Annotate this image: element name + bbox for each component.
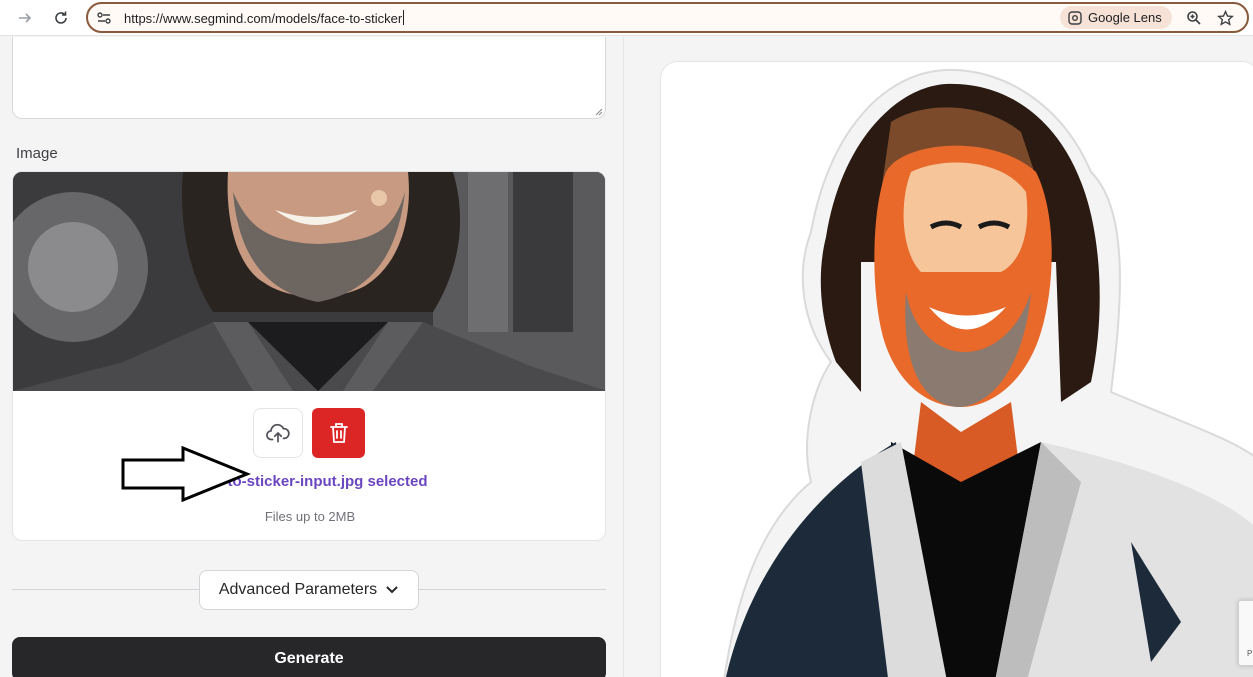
bookmark-star-icon[interactable] [1215, 8, 1235, 28]
image-upload-card: face-to-sticker-input.jpg selected Files… [12, 171, 606, 541]
advanced-parameters-toggle[interactable]: Advanced Parameters [199, 570, 419, 610]
result-card [660, 61, 1253, 677]
recaptcha-text: P [1247, 649, 1253, 658]
recaptcha-badge[interactable]: P [1238, 600, 1253, 666]
google-lens-button[interactable]: Google Lens [1060, 6, 1172, 29]
sticker-output-image [661, 62, 1253, 677]
advanced-parameters-label: Advanced Parameters [218, 581, 378, 598]
reload-icon[interactable] [49, 6, 73, 30]
prompt-textarea[interactable] [12, 37, 606, 119]
upload-button[interactable] [253, 408, 303, 458]
chevron-down-icon [386, 586, 398, 594]
image-field-label: Image [16, 145, 58, 162]
zoom-icon[interactable] [1184, 8, 1204, 28]
delete-image-button[interactable] [312, 408, 365, 458]
annotation-arrow-icon [121, 446, 251, 502]
address-bar[interactable]: https://www.segmind.com/models/face-to-s… [86, 2, 1249, 33]
browser-toolbar: https://www.segmind.com/models/face-to-s… [0, 0, 1253, 36]
uploaded-image-preview [13, 172, 605, 391]
google-lens-icon [1068, 10, 1082, 25]
cloud-upload-icon [266, 423, 290, 443]
site-settings-icon[interactable] [96, 10, 112, 26]
input-panel: Image face-to-sticker-input.jpg selected… [0, 37, 624, 677]
trash-icon [329, 423, 348, 443]
text-caret [403, 10, 405, 25]
google-lens-label: Google Lens [1088, 10, 1162, 25]
output-panel [625, 37, 1253, 677]
forward-icon[interactable] [13, 6, 37, 30]
file-size-hint: Files up to 2MB [264, 509, 356, 524]
generate-button[interactable]: Generate [12, 637, 606, 677]
url-text[interactable]: https://www.segmind.com/models/face-to-s… [124, 10, 405, 26]
resize-grip-icon[interactable] [595, 108, 603, 116]
generate-label: Generate [274, 650, 344, 667]
selected-file-name: face-to-sticker-input.jpg selected [192, 473, 428, 490]
url-value: https://www.segmind.com/models/face-to-s… [124, 11, 403, 26]
